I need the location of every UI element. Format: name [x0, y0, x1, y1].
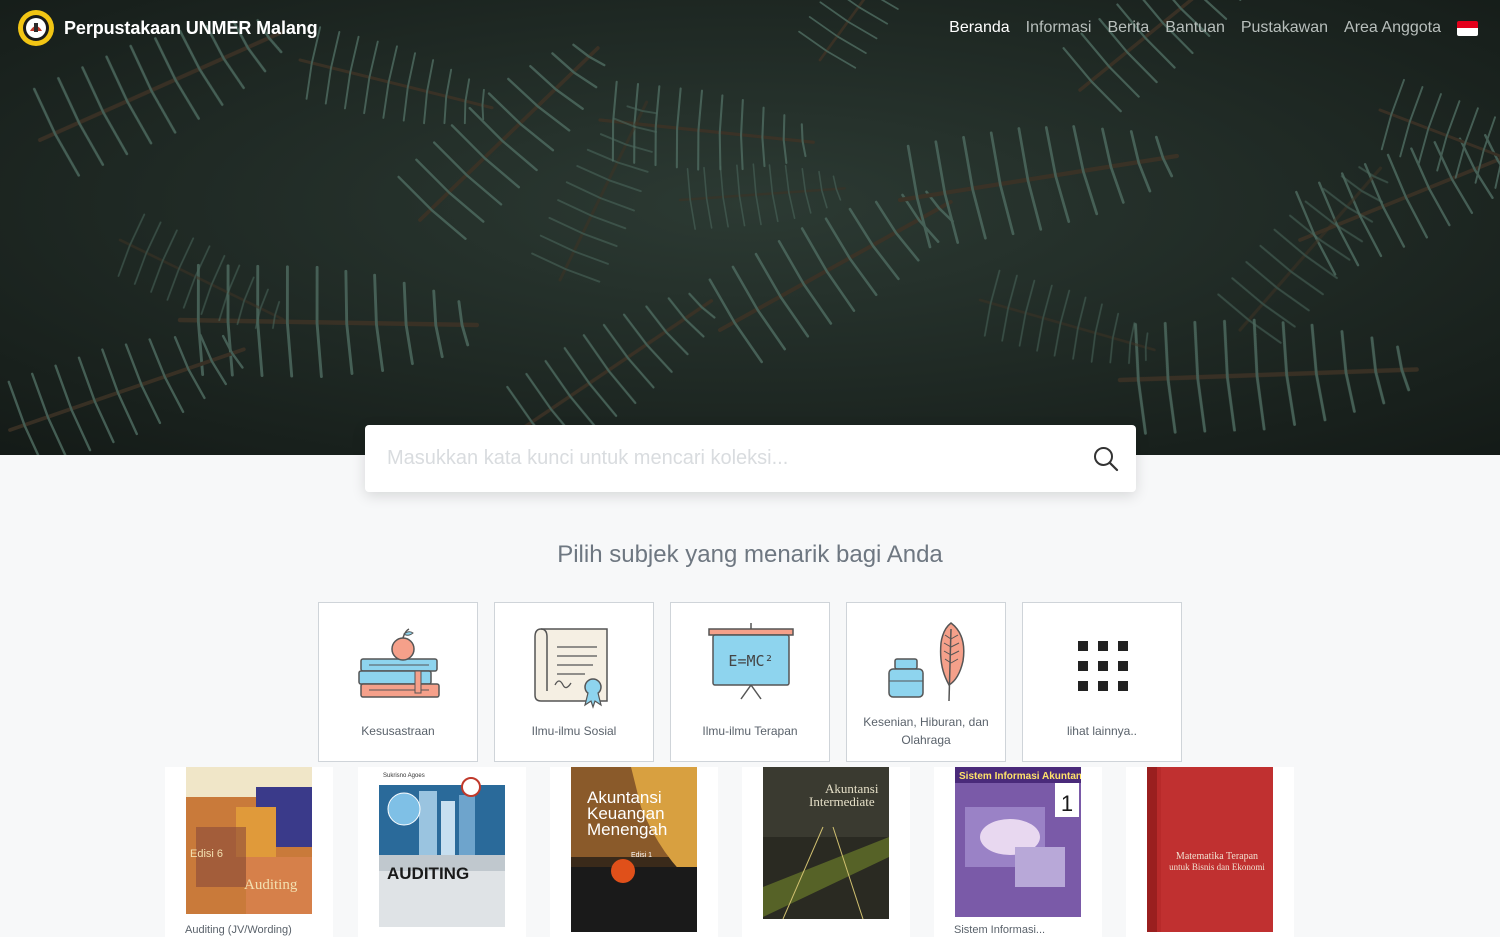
svg-text:untuk Bisnis dan Ekonomi: untuk Bisnis dan Ekonomi: [1169, 862, 1265, 872]
top-navbar: Perpustakaan UNMER Malang Beranda Inform…: [0, 0, 1500, 56]
whiteboard-formula-icon: E=MC²: [708, 623, 794, 700]
book-cover-subtitle: 1: [1061, 791, 1073, 816]
search-input[interactable]: [365, 425, 1065, 492]
nav-berita[interactable]: Berita: [1107, 19, 1149, 37]
svg-text:Matematika Terapan: Matematika Terapan: [1176, 851, 1258, 862]
book-cover: Akuntansi Keuangan Menengah Edisi 1: [571, 767, 697, 932]
nav-beranda[interactable]: Beranda: [949, 19, 1010, 37]
book-item[interactable]: AUDITING Sukrisno Agoes: [358, 767, 526, 937]
certificate-scroll-icon: [534, 628, 608, 709]
subject-card-ilmu-sosial[interactable]: Ilmu-ilmu Sosial: [494, 602, 654, 762]
nav-informasi[interactable]: Informasi: [1026, 19, 1092, 37]
search-box: [365, 425, 1136, 492]
subject-label: Kesenian, Hiburan, dan Olahraga: [863, 715, 989, 747]
book-cover: Auditing Edisi 6: [186, 767, 312, 914]
nav-area-anggota[interactable]: Area Anggota: [1344, 19, 1441, 37]
subject-label: Kesusastraan: [361, 724, 435, 738]
subject-card-kesusastraan[interactable]: Kesusastraan: [318, 602, 478, 762]
subjects-heading: Pilih subjek yang menarik bagi Anda: [557, 541, 943, 568]
books-apple-icon: [358, 628, 440, 698]
brand-title: Perpustakaan UNMER Malang: [64, 17, 318, 38]
subject-label: Ilmu-ilmu Sosial: [531, 724, 617, 738]
book-item[interactable]: Matematika Terapan untuk Bisnis dan Ekon…: [1126, 767, 1294, 937]
svg-text:Menengah: Menengah: [587, 820, 667, 839]
search-icon[interactable]: [1092, 445, 1120, 473]
book-caption: Auditing (JV/Wording): [185, 924, 292, 936]
subject-label: lihat lainnya..: [1066, 724, 1138, 738]
book-cover-subtitle: Sukrisno Agoes: [383, 773, 425, 779]
subject-card-kesenian[interactable]: Kesenian, Hiburan, dan Olahraga: [846, 602, 1006, 762]
book-cover-title: Auditing: [244, 877, 298, 893]
book-cover-subtitle: Edisi 1: [631, 852, 652, 859]
book-cover-title: AUDITING: [387, 864, 469, 883]
book-cover: AUDITING Sukrisno Agoes: [379, 767, 505, 927]
inkwell-feather-icon: [888, 622, 965, 702]
book-caption: Sistem Informasi...: [954, 924, 1046, 936]
book-cover: Matematika Terapan untuk Bisnis dan Ekon…: [1147, 767, 1273, 932]
brand[interactable]: Perpustakaan UNMER Malang: [17, 9, 318, 47]
book-item[interactable]: Auditing Edisi 6 Auditing (JV/Wording): [165, 767, 333, 937]
nav-bantuan[interactable]: Bantuan: [1165, 19, 1225, 37]
main-nav: Beranda Informasi Berita Bantuan Pustaka…: [933, 0, 1500, 56]
formula-text: E=MC²: [728, 652, 773, 670]
book-cover: 1 Sistem Informasi Akuntansi: [955, 767, 1081, 917]
book-item[interactable]: Akuntansi Intermediate: [742, 767, 910, 937]
book-cover-title: Sistem Informasi Akuntansi: [959, 771, 1081, 782]
grid-icon: [1078, 641, 1128, 691]
unmer-logo-icon: [18, 10, 54, 46]
hero-banner: [0, 0, 1500, 455]
book-item[interactable]: Akuntansi Keuangan Menengah Edisi 1: [550, 767, 718, 937]
book-item[interactable]: 1 Sistem Informasi Akuntansi Sistem Info…: [934, 767, 1102, 937]
book-cover-subtitle: Edisi 6: [190, 848, 223, 860]
indonesia-flag-icon[interactable]: [1457, 20, 1478, 36]
book-cover: Akuntansi Intermediate: [763, 767, 889, 919]
pine-background-image: [0, 0, 1500, 455]
subject-card-ilmu-terapan[interactable]: E=MC² Ilmu-ilmu Terapan: [670, 602, 830, 762]
subject-card-lihat-lainnya[interactable]: lihat lainnya..: [1022, 602, 1182, 762]
nav-pustakawan[interactable]: Pustakawan: [1241, 19, 1328, 37]
svg-text:Intermediate: Intermediate: [809, 794, 875, 809]
subject-label: Ilmu-ilmu Terapan: [702, 724, 798, 738]
